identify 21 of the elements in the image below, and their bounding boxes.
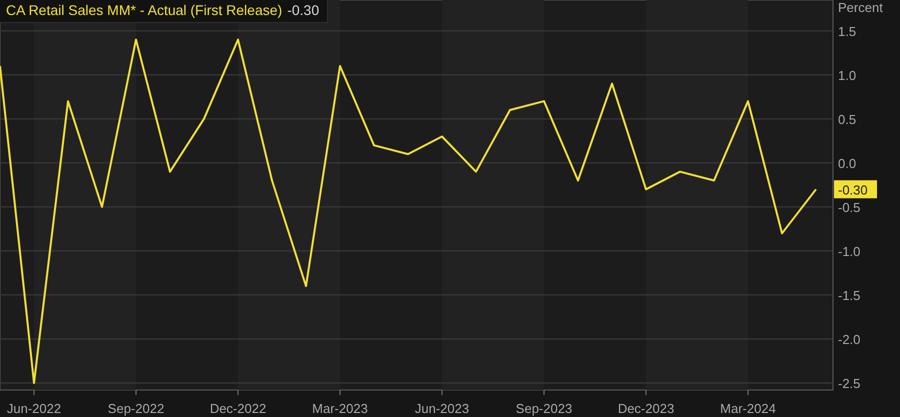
x-tick-label: Dec-2022 [210, 401, 266, 416]
x-tick-label: Jun-2022 [6, 401, 62, 416]
x-tick-label: Dec-2023 [618, 401, 674, 416]
y-tick-label: -1.0 [838, 244, 860, 259]
y-tick-label: 1.0 [838, 68, 856, 83]
y-tick-label: 1.5 [838, 24, 856, 39]
y-tick-label: -2.5 [838, 376, 860, 391]
y-tick-label: -0.5 [838, 200, 860, 215]
value-tag: -0.30 [834, 180, 877, 198]
y-tick-label: -1.5 [838, 288, 860, 303]
x-tick-label: Mar-2024 [720, 401, 776, 416]
legend-series-name: CA Retail Sales MM* - Actual (First Release) [6, 2, 282, 18]
y-tick-label: -2.0 [838, 332, 860, 347]
x-tick-label: Sep-2023 [516, 401, 572, 416]
x-tick-label: Jun-2023 [414, 401, 470, 416]
y-tick-label: 0.5 [838, 112, 856, 127]
x-tick-label: Sep-2022 [108, 401, 164, 416]
legend-value: -0.30 [287, 2, 320, 18]
x-tick-label: Mar-2023 [312, 401, 368, 416]
y-tick-label: 0.0 [838, 156, 856, 171]
axis-title: Percent [838, 0, 883, 15]
